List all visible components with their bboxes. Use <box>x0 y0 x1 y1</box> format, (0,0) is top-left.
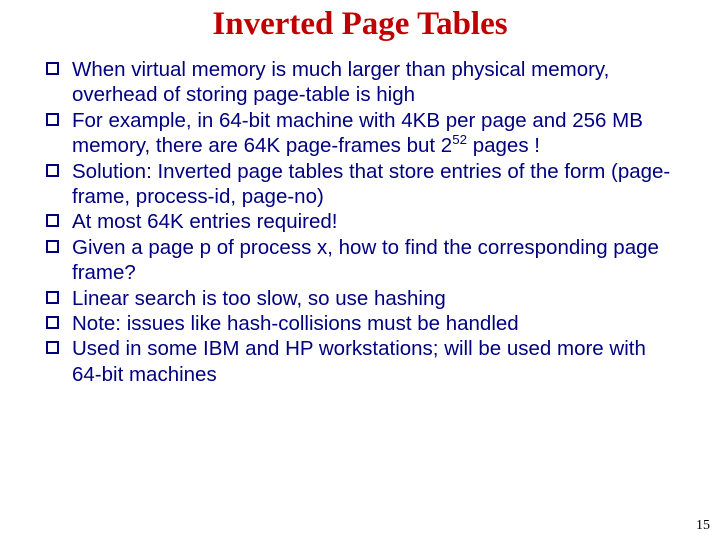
slide: Inverted Page Tables When virtual memory… <box>0 0 720 540</box>
bullet-icon <box>46 240 59 253</box>
bullet-text: At most 64K entries required! <box>72 210 338 233</box>
bullet-icon <box>46 316 59 329</box>
bullet-item: Solution: Inverted page tables that stor… <box>46 159 674 210</box>
bullet-item: Note: issues like hash-collisions must b… <box>46 311 674 336</box>
bullet-item: For example, in 64-bit machine with 4KB … <box>46 108 674 159</box>
bullet-post: pages ! <box>467 134 540 157</box>
bullet-text: Solution: Inverted page tables that stor… <box>72 160 670 208</box>
slide-title: Inverted Page Tables <box>0 0 720 57</box>
exponent: 52 <box>452 132 467 147</box>
bullet-icon <box>46 291 59 304</box>
bullet-item: Linear search is too slow, so use hashin… <box>46 286 674 311</box>
page-number: 15 <box>696 518 710 534</box>
bullet-icon <box>46 214 59 227</box>
bullet-item: Given a page p of process x, how to find… <box>46 235 674 286</box>
bullet-item: When virtual memory is much larger than … <box>46 57 674 108</box>
bullet-text: Note: issues like hash-collisions must b… <box>72 312 519 335</box>
bullet-text: Linear search is too slow, so use hashin… <box>72 287 446 310</box>
bullet-pre: For example, in 64-bit machine with 4KB … <box>72 109 643 157</box>
bullet-text: For example, in 64-bit machine with 4KB … <box>72 109 643 157</box>
bullet-item: Used in some IBM and HP workstations; wi… <box>46 336 674 387</box>
bullet-icon <box>46 113 59 126</box>
slide-content: When virtual memory is much larger than … <box>0 57 720 387</box>
bullet-text: Given a page p of process x, how to find… <box>72 236 659 284</box>
bullet-icon <box>46 62 59 75</box>
bullet-icon <box>46 341 59 354</box>
bullet-item: At most 64K entries required! <box>46 209 674 234</box>
bullet-text: When virtual memory is much larger than … <box>72 58 609 106</box>
bullet-icon <box>46 164 59 177</box>
bullet-text: Used in some IBM and HP workstations; wi… <box>72 337 646 385</box>
